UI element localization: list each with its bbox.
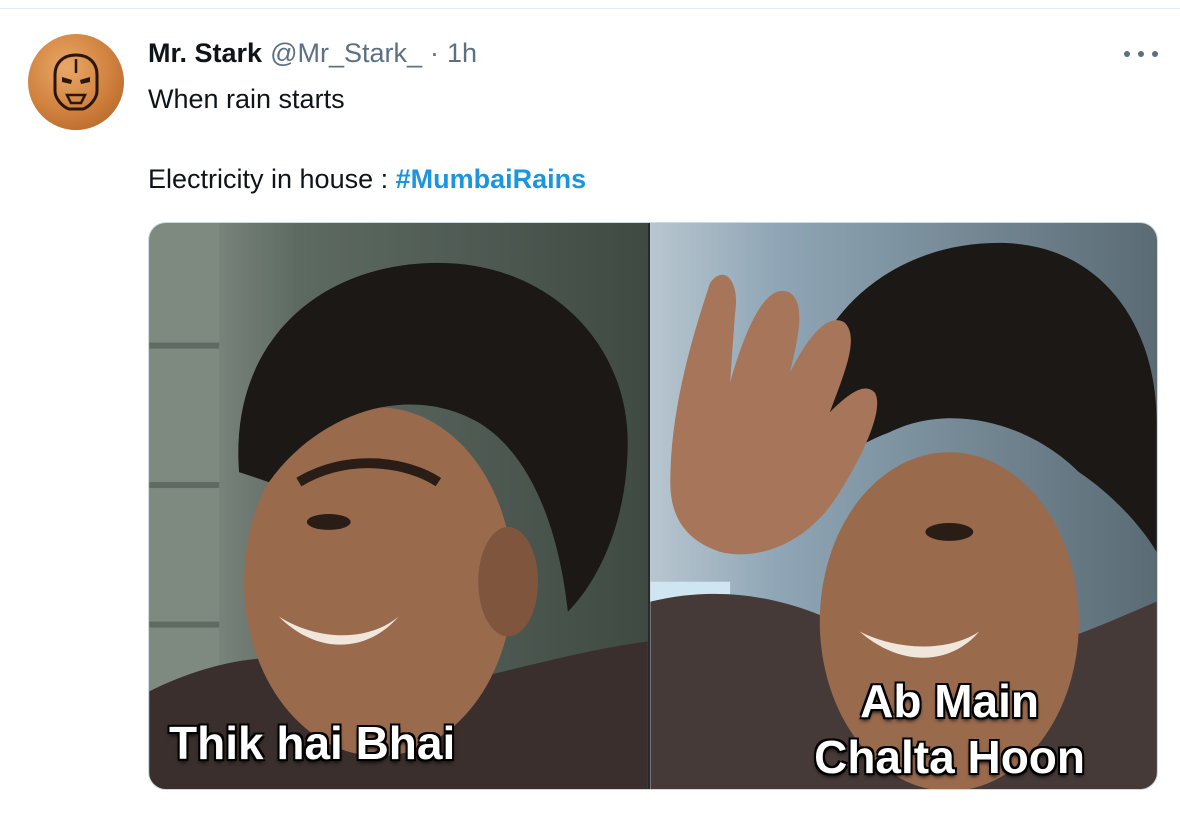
man-smiling-photo <box>149 223 648 789</box>
meme-panel-right: Ab Main Chalta Hoon <box>648 223 1157 789</box>
caption-right: Ab Main Chalta Hoon <box>814 673 1085 785</box>
avatar[interactable] <box>28 34 124 130</box>
caption-right-line-1: Ab Main <box>860 675 1039 727</box>
tweet-text-line-2: Electricity in house : #MumbaiRains <box>148 164 586 195</box>
iron-man-helmet-icon <box>53 53 99 111</box>
author-name[interactable]: Mr. Stark <box>148 38 262 69</box>
caption-right-line-2: Chalta Hoon <box>814 731 1085 783</box>
author-handle[interactable]: @Mr_Stark_ <box>270 38 422 69</box>
tweet-text-line-1: When rain starts <box>148 84 345 114</box>
timestamp[interactable]: 1h <box>447 38 477 69</box>
meme-panel-left: Thik hai Bhai <box>149 223 649 789</box>
media-image[interactable]: Thik hai Bhai Ab Main Chalta Hoon <box>148 222 1158 790</box>
tweet-text-prefix: Electricity in house : <box>148 164 396 194</box>
caption-left: Thik hai Bhai <box>169 717 456 769</box>
hashtag-link[interactable]: #MumbaiRains <box>396 164 587 194</box>
tweet-header: Mr. Stark @Mr_Stark_ · 1h <box>148 38 477 72</box>
tweet[interactable]: Mr. Stark @Mr_Stark_ · 1h When rain star… <box>0 0 1180 814</box>
separator-dot: · <box>430 38 440 68</box>
more-options-icon[interactable] <box>1124 44 1158 64</box>
